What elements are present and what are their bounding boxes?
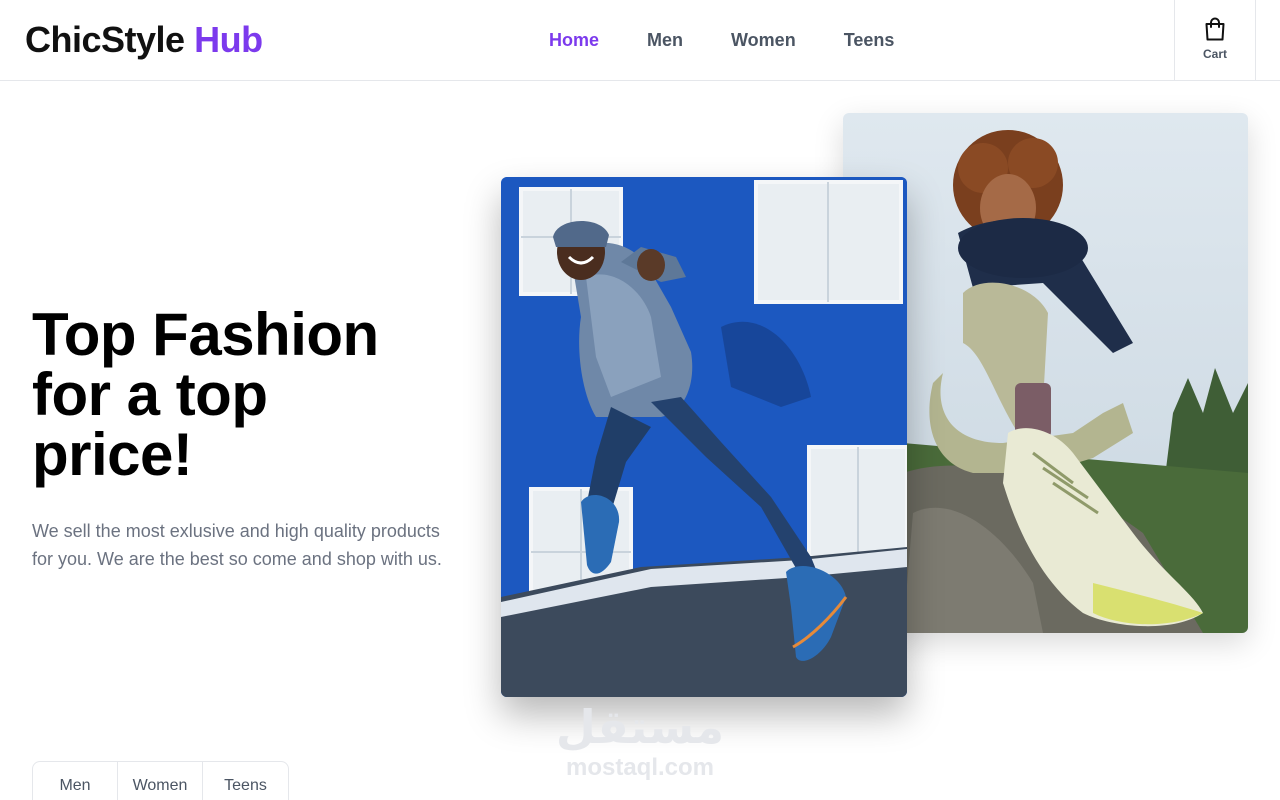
tab-men[interactable]: Men [33, 762, 118, 800]
watermark-latin: mostaql.com [565, 754, 715, 781]
cart-label: Cart [1202, 47, 1227, 61]
hero-description: We sell the most exlusive and high quali… [32, 521, 442, 569]
watermark: مستقل mostaql.com [540, 700, 740, 782]
tab-women[interactable]: Women [118, 762, 203, 800]
nav-women[interactable]: Women [731, 28, 796, 52]
hero-title-line-3: price! [32, 421, 193, 488]
watermark-arabic: مستقل [555, 700, 725, 754]
nav-men[interactable]: Men [647, 28, 683, 52]
nav-teens[interactable]: Teens [844, 28, 895, 52]
hero-title-line-2: for a top [32, 361, 268, 428]
tab-teens[interactable]: Teens [203, 762, 288, 800]
cart-button[interactable]: Cart [1174, 0, 1256, 81]
category-tabs: Men Women Teens [32, 761, 289, 800]
running-man-photo [501, 177, 907, 697]
nav-home[interactable]: Home [549, 28, 599, 52]
hero-title: Top Fashion for a top price! [32, 305, 472, 485]
shopping-bag-icon [1205, 17, 1225, 41]
main-nav: Home Men Women Teens [549, 28, 942, 52]
site-header: ChicStyle Hub Home Men Women Teens Cart [0, 0, 1280, 81]
brand-logo[interactable]: ChicStyle Hub [25, 19, 263, 61]
brand-name-primary: ChicStyle [25, 19, 185, 60]
hero-title-line-1: Top Fashion [32, 301, 379, 368]
brand-name-accent: Hub [194, 19, 263, 60]
